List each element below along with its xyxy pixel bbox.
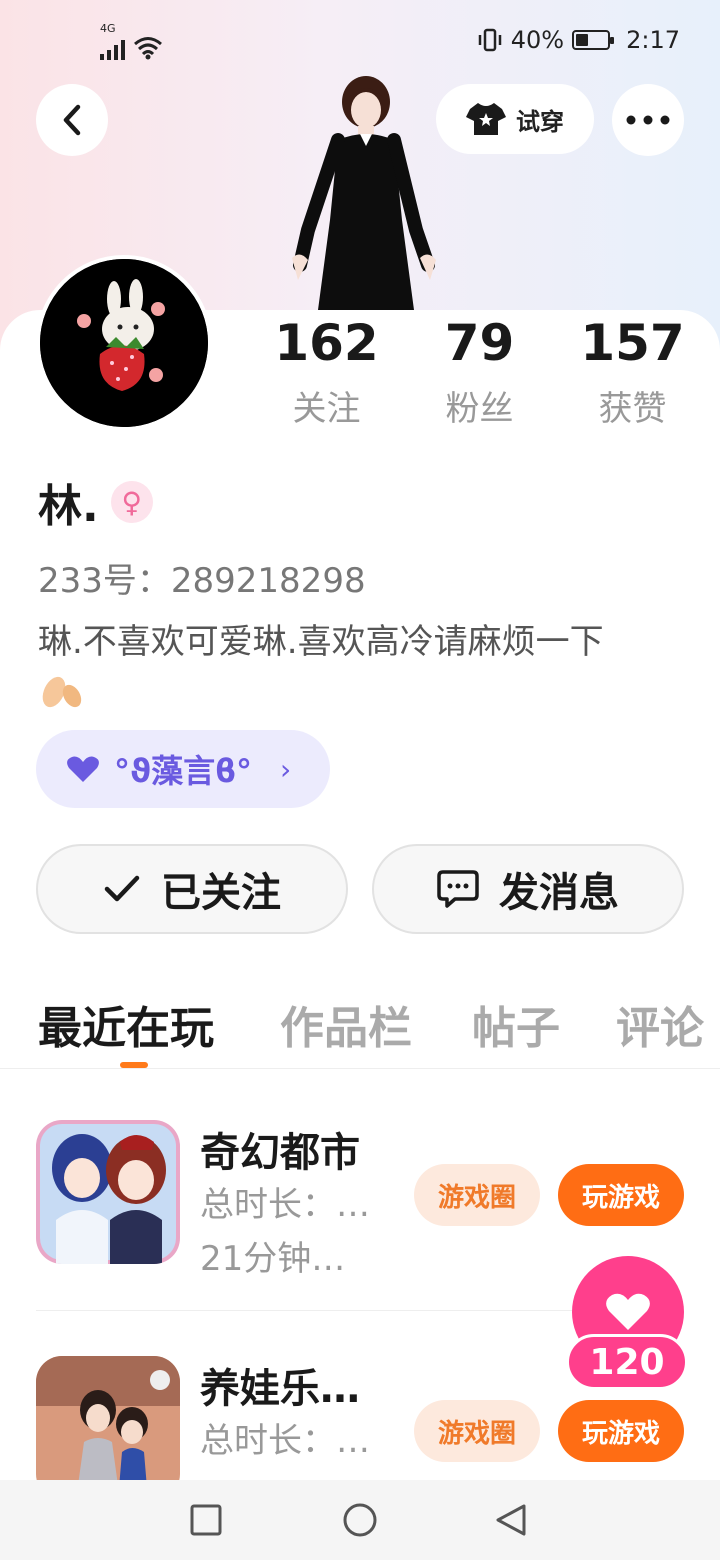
status-bar: 4G 40% 2:17	[0, 20, 720, 64]
back-icon	[63, 104, 81, 136]
tryon-label: 试穿	[516, 107, 564, 136]
game-meta: 总时长：…	[200, 1414, 370, 1468]
profile-tabs: 最近在玩 作品栏 帖子 评论	[38, 992, 720, 1068]
stat-label: 获赞	[598, 389, 667, 429]
female-icon: ♀	[110, 481, 153, 523]
chevron-right-icon: ›	[279, 752, 292, 786]
more-icon	[626, 115, 670, 125]
bio-text: 琳.不喜欢可爱琳.喜欢高冷请麻烦一下	[38, 622, 604, 662]
name-row: 林. ♀	[38, 470, 153, 534]
game-title: 养娃乐…	[200, 1366, 360, 1412]
status-left: 4G	[100, 22, 163, 60]
peach-leaf-icon	[42, 676, 82, 707]
message-button[interactable]: 发消息	[372, 844, 684, 934]
tryon-button[interactable]: 试穿	[436, 84, 594, 154]
heart-icon	[67, 756, 99, 782]
tab-works[interactable]: 作品栏	[280, 992, 412, 1056]
game-icon	[36, 1356, 180, 1480]
tag-label: °ϑ藻言ϐ°	[114, 752, 252, 790]
game-circle-button[interactable]: 游戏圈	[414, 1164, 540, 1226]
back-button[interactable]	[36, 84, 108, 156]
tab-posts[interactable]: 帖子	[472, 992, 560, 1056]
avatar-image	[40, 259, 208, 427]
game-circle-button[interactable]: 游戏圈	[414, 1400, 540, 1462]
circle-icon[interactable]	[342, 1502, 378, 1538]
following-button[interactable]: 已关注	[36, 844, 348, 934]
avatar[interactable]	[36, 255, 212, 431]
following-label: 已关注	[161, 870, 281, 916]
clock: 2:17	[626, 26, 680, 54]
game-duration-label: 总时长：…	[200, 1185, 370, 1225]
status-right: 40% 2:17	[477, 26, 680, 54]
message-label: 发消息	[499, 870, 619, 916]
play-game-button[interactable]: 玩游戏	[558, 1400, 684, 1462]
game-title: 奇幻都市	[200, 1130, 360, 1176]
game-duration-label: 总时长：…	[200, 1421, 370, 1461]
signal-icon: 4G	[100, 22, 125, 60]
check-icon	[104, 875, 140, 902]
divider	[0, 1068, 720, 1069]
play-game-button[interactable]: 玩游戏	[558, 1164, 684, 1226]
tab-recent[interactable]: 最近在玩	[38, 992, 214, 1056]
game-icon	[36, 1120, 180, 1264]
tshirt-icon	[466, 103, 506, 135]
avatar-3d-figure[interactable]	[278, 70, 444, 310]
stat-following[interactable]: 162 关注	[250, 315, 403, 430]
stat-label: 粉丝	[445, 389, 514, 429]
stat-value: 162	[274, 314, 379, 372]
battery-icon	[572, 30, 615, 50]
like-count: 120	[566, 1334, 688, 1390]
stat-label: 关注	[292, 389, 361, 429]
tab-comments[interactable]: 评论	[616, 992, 704, 1056]
stat-value: 157	[580, 314, 685, 372]
user-bio: 琳.不喜欢可爱琳.喜欢高冷请麻烦一下	[38, 618, 698, 714]
vibrate-icon	[478, 28, 501, 52]
battery-percent: 40%	[510, 26, 565, 54]
system-nav-bar	[0, 1480, 720, 1560]
user-name: 林.	[38, 481, 99, 532]
wifi-icon	[134, 37, 162, 60]
game-meta: 总时长：… 21分钟…	[200, 1178, 370, 1286]
network-label: 4G	[100, 22, 116, 35]
triangle-back-icon[interactable]	[494, 1502, 528, 1538]
game-duration-value: 21分钟…	[200, 1239, 346, 1279]
more-button[interactable]	[612, 84, 684, 156]
stat-value: 79	[444, 314, 515, 372]
stat-likes[interactable]: 157 获赞	[556, 315, 709, 430]
heart-icon	[606, 1293, 650, 1330]
stats-row: 162 关注 79 粉丝 157 获赞	[250, 315, 710, 430]
square-icon[interactable]	[190, 1504, 222, 1536]
stat-followers[interactable]: 79 粉丝	[403, 315, 556, 430]
chat-icon	[437, 870, 479, 908]
user-id: 233号：289218298	[38, 561, 366, 601]
group-tag[interactable]: °ϑ藻言ϐ° ›	[36, 730, 330, 808]
